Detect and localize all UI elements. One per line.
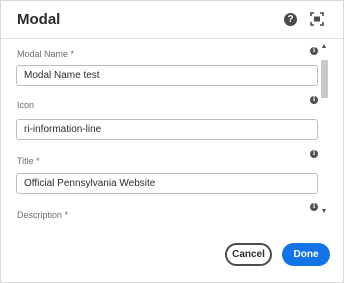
title-label: Title * (17, 156, 40, 166)
dialog-title: Modal (17, 11, 61, 28)
description-info-icon[interactable]: i (310, 203, 318, 211)
icon-info-icon[interactable]: i (310, 96, 318, 104)
dialog-body[interactable]: Modal Name * i Modal Name test Icon i ri… (1, 40, 343, 220)
scroll-up-arrow-icon[interactable]: ▲ (319, 43, 329, 51)
icon-label: Icon (17, 100, 35, 110)
title-input[interactable]: Official Pennsylvania Website (16, 173, 318, 194)
modal-name-input[interactable]: Modal Name test (16, 65, 318, 86)
fullscreen-icon[interactable] (310, 12, 324, 26)
cancel-button[interactable]: Cancel (225, 243, 272, 266)
scroll-down-arrow-icon[interactable]: ▼ (319, 208, 329, 216)
help-icon[interactable]: ? (284, 13, 297, 26)
dialog-header: Modal ? (1, 1, 343, 39)
done-button[interactable]: Done (282, 243, 330, 266)
modal-name-label: Modal Name * (17, 49, 75, 59)
modal-name-info-icon[interactable]: i (310, 47, 318, 55)
modal-dialog: Modal ? Modal Name * i Modal Name test I… (0, 0, 344, 283)
scroll-thumb[interactable] (321, 60, 328, 98)
title-info-icon[interactable]: i (310, 150, 318, 158)
icon-input[interactable]: ri-information-line (16, 119, 318, 140)
description-label: Description * (17, 210, 69, 220)
